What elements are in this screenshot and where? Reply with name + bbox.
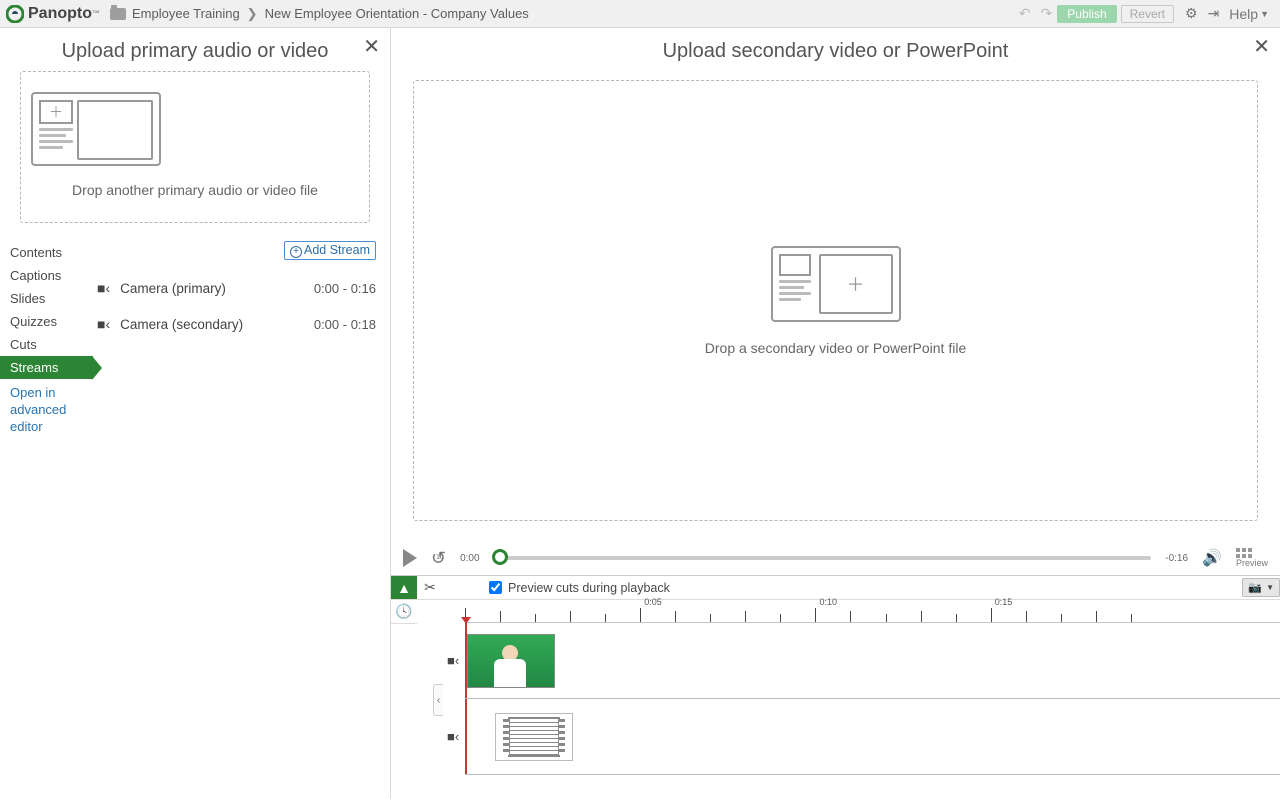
- side-nav: Contents Captions Slides Quizzes Cuts St…: [0, 237, 93, 799]
- replay10-button[interactable]: ↺10: [431, 548, 446, 569]
- primary-drop-text: Drop another primary audio or video file: [31, 182, 359, 198]
- play-button[interactable]: [403, 549, 417, 567]
- sidenav-captions[interactable]: Captions: [0, 264, 93, 287]
- track-primary[interactable]: ■‹: [465, 623, 1280, 699]
- breadcrumb-title[interactable]: New Employee Orientation - Company Value…: [265, 6, 529, 21]
- track-secondary[interactable]: ■‹: [465, 699, 1280, 775]
- seek-bar[interactable]: [494, 556, 1152, 560]
- camera-icon: ■‹: [97, 280, 110, 296]
- clip-thumbnail[interactable]: [467, 634, 555, 688]
- open-advanced-editor-link[interactable]: Open in advanced editor: [0, 379, 93, 442]
- clock-icon[interactable]: 🕓: [391, 600, 417, 624]
- publish-button[interactable]: Publish: [1057, 5, 1116, 23]
- revert-button[interactable]: Revert: [1121, 5, 1174, 23]
- player-bar: ↺10 0:00 -0:16 🔊 Preview: [391, 541, 1280, 575]
- primary-dropzone[interactable]: ＋ Drop another primary audio or video fi…: [20, 71, 370, 223]
- secondary-dropzone[interactable]: ＋ Drop a secondary video or PowerPoint f…: [413, 80, 1258, 521]
- sidenav-cuts[interactable]: Cuts: [0, 333, 93, 356]
- pointer-tool[interactable]: ▲: [391, 576, 417, 600]
- camera-icon: ■‹: [447, 729, 459, 744]
- secondary-drop-text: Drop a secondary video or PowerPoint fil…: [705, 340, 966, 356]
- top-toolbar: Panopto™ Employee Training ❯ New Employe…: [0, 0, 1280, 28]
- collapse-timeline-button[interactable]: ‹: [433, 684, 443, 716]
- timeline-ruler[interactable]: 0:05 0:10 0:15: [465, 600, 1280, 623]
- close-icon[interactable]: ✕: [363, 34, 380, 59]
- cut-tool[interactable]: ✂: [417, 576, 443, 600]
- brand-logo: Panopto™: [6, 5, 100, 23]
- preview-cuts-label: Preview cuts during playback: [508, 581, 670, 595]
- stream-row-primary[interactable]: ■‹ Camera (primary) 0:00 - 0:16: [97, 280, 376, 296]
- camera-icon: ■‹: [447, 653, 459, 668]
- primary-drop-icon: ＋: [31, 92, 161, 166]
- undo-button[interactable]: ↶: [1019, 5, 1031, 22]
- close-icon[interactable]: ✕: [1253, 34, 1270, 59]
- secondary-upload-heading: Upload secondary video or PowerPoint ✕: [391, 28, 1280, 71]
- sidenav-contents[interactable]: Contents: [0, 241, 93, 264]
- secondary-drop-icon: ＋: [771, 246, 901, 322]
- left-pane: Upload primary audio or video ✕ ＋ Drop a…: [0, 28, 391, 799]
- gear-icon[interactable]: ⚙: [1185, 5, 1198, 22]
- exit-icon[interactable]: ⇥: [1208, 5, 1220, 22]
- breadcrumb-folder[interactable]: Employee Training: [132, 6, 240, 21]
- seek-knob[interactable]: [492, 549, 508, 565]
- current-time: 0:00: [460, 553, 479, 564]
- primary-upload-heading: Upload primary audio or video ✕: [0, 28, 390, 71]
- grid-icon[interactable]: [1236, 548, 1268, 558]
- volume-icon[interactable]: 🔊: [1202, 548, 1222, 568]
- streams-panel: +Add Stream ■‹ Camera (primary) 0:00 - 0…: [93, 237, 390, 799]
- remaining-time: -0:16: [1165, 553, 1188, 564]
- folder-icon: [110, 8, 126, 20]
- timeline: ▲ 🕓 ✂ ‹ Preview cuts during playback 📷 ▼: [391, 575, 1280, 799]
- add-stream-button[interactable]: +Add Stream: [284, 241, 376, 260]
- filmstrip-icon: [508, 717, 560, 757]
- clip-thumbnail[interactable]: [495, 713, 573, 761]
- redo-button[interactable]: ↷: [1041, 5, 1053, 22]
- snapshot-button[interactable]: 📷 ▼: [1242, 578, 1280, 597]
- sidenav-slides[interactable]: Slides: [0, 287, 93, 310]
- sidenav-streams[interactable]: Streams: [0, 356, 93, 379]
- help-menu[interactable]: Help ▼: [1229, 6, 1269, 22]
- panopto-icon: [6, 5, 24, 23]
- sidenav-quizzes[interactable]: Quizzes: [0, 310, 93, 333]
- camera-icon: ■‹: [97, 316, 110, 332]
- preview-cuts-checkbox[interactable]: [489, 581, 502, 594]
- stream-row-secondary[interactable]: ■‹ Camera (secondary) 0:00 - 0:18: [97, 316, 376, 332]
- chevron-right-icon: ❯: [247, 6, 258, 22]
- right-pane: Upload secondary video or PowerPoint ✕ ＋…: [391, 28, 1280, 799]
